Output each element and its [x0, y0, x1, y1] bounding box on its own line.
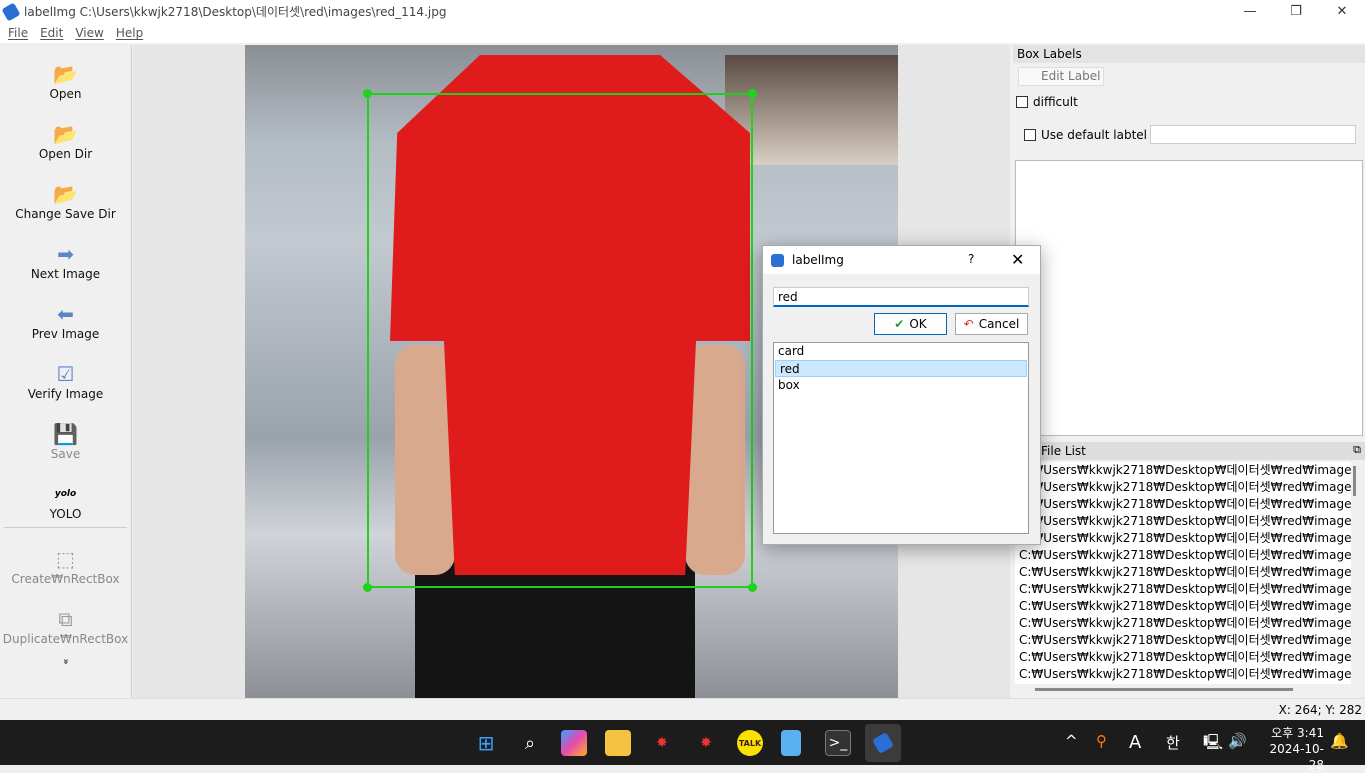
difficult-checkbox[interactable]: difficult — [1016, 95, 1078, 109]
tool-yolo[interactable]: yolo YOLO — [0, 465, 131, 525]
cancel-button[interactable]: ↶ Cancel — [955, 313, 1028, 335]
label-option[interactable]: red — [775, 360, 1027, 377]
app-icon — [771, 253, 784, 267]
label-option[interactable]: box — [774, 377, 1028, 394]
ime-mode[interactable]: A — [1129, 732, 1141, 753]
title-bar: labelImg C:\Users\kkwjk2718\Desktop\데이터셋… — [0, 0, 1365, 23]
folder-icon: 📂 — [53, 62, 78, 86]
file-list-item[interactable]: C:₩Users₩kkwjk2718₩Desktop₩데이터셋₩red₩imag… — [1015, 479, 1351, 496]
save-icon: 💾 — [53, 422, 78, 446]
default-label-input[interactable] — [1150, 125, 1356, 144]
labelimg-icon[interactable] — [865, 724, 901, 762]
app-icon[interactable]: ✸ — [649, 730, 675, 756]
use-default-label-checkbox[interactable]: Use default labtel — [1024, 128, 1147, 142]
tool-open-dir[interactable]: 📂 Open Dir — [0, 105, 131, 165]
undo-arrow-icon: ↶ — [963, 317, 974, 331]
label-options-list[interactable]: card red box — [773, 342, 1029, 534]
bounding-box[interactable] — [367, 93, 753, 588]
tool-create-nrectbox[interactable]: ⬚ Create₩nRectBox — [0, 530, 131, 590]
ime-hangul[interactable]: 한 — [1166, 732, 1180, 753]
show-hidden-icons[interactable]: ^ — [1065, 732, 1078, 750]
file-list-item[interactable]: C:₩Users₩kkwjk2718₩Desktop₩데이터셋₩red₩imag… — [1015, 513, 1351, 530]
file-list-item[interactable]: C:₩Users₩kkwjk2718₩Desktop₩데이터셋₩red₩imag… — [1015, 598, 1351, 615]
tool-verify-image[interactable]: ☑ Verify Image — [0, 345, 131, 405]
horizontal-scrollbar[interactable] — [1035, 688, 1293, 691]
menu-bar: File Edit View Help — [0, 23, 1365, 43]
file-list-item[interactable]: C:₩Users₩kkwjk2718₩Desktop₩데이터셋₩red₩imag… — [1015, 564, 1351, 581]
label-option[interactable]: card — [774, 343, 1028, 360]
file-list-header: File List — [1013, 442, 1365, 460]
cursor-coordinates: X: 264; Y: 282 — [1278, 703, 1362, 717]
network-icon[interactable]: 🖳 — [1203, 732, 1223, 757]
file-list-item[interactable]: C:₩Users₩kkwjk2718₩Desktop₩데이터셋₩red₩imag… — [1015, 496, 1351, 513]
app-icon — [1, 1, 21, 22]
help-button[interactable]: ? — [968, 252, 974, 266]
label-input[interactable]: red — [773, 287, 1029, 307]
file-list-item[interactable]: C:₩Users₩kkwjk2718₩Desktop₩데이터셋₩red₩imag… — [1015, 615, 1351, 632]
tool-open[interactable]: 📂 Open — [0, 45, 131, 105]
kakaotalk-icon[interactable]: TALK — [737, 730, 763, 756]
file-list-item[interactable]: C:₩Users₩kkwjk2718₩Desktop₩데이터셋₩red₩imag… — [1015, 649, 1351, 666]
ok-button[interactable]: ✔ OK — [874, 313, 947, 335]
check-icon: ✔ — [894, 317, 905, 331]
menu-help[interactable]: Help — [116, 26, 143, 40]
tool-next-image[interactable]: ➡ Next Image — [0, 225, 131, 285]
file-list-item[interactable]: C:₩Users₩kkwjk2718₩Desktop₩데이터셋₩red₩imag… — [1015, 632, 1351, 649]
search-tray-icon[interactable]: ⚲ — [1096, 732, 1107, 750]
file-list-item[interactable]: C:₩Users₩kkwjk2718₩Desktop₩데이터셋₩red₩imag… — [1015, 666, 1351, 683]
folder-icon: 📂 — [53, 182, 78, 206]
terminal-icon[interactable]: >_ — [825, 730, 851, 756]
bbox-handle[interactable] — [748, 583, 757, 592]
menu-edit[interactable]: Edit — [40, 26, 63, 40]
file-list-item[interactable]: C:₩Users₩kkwjk2718₩Desktop₩데이터셋₩red₩imag… — [1015, 530, 1351, 547]
file-list-item[interactable]: C:₩Users₩kkwjk2718₩Desktop₩데이터셋₩red₩imag… — [1015, 581, 1351, 598]
bbox-handle[interactable] — [363, 583, 372, 592]
dialog-close-button[interactable]: ✕ — [1011, 250, 1024, 269]
label-list[interactable] — [1015, 160, 1363, 436]
file-list[interactable]: C:₩Users₩kkwjk2718₩Desktop₩데이터셋₩red₩imag… — [1015, 462, 1351, 684]
notepad-icon[interactable] — [781, 730, 801, 756]
float-dock-icon[interactable]: ⧉ — [1353, 443, 1361, 457]
label-dialog: labelImg ? ✕ red ✔ OK ↶ Cancel card red box — [762, 245, 1041, 545]
menu-view[interactable]: View — [75, 26, 103, 40]
yolo-icon: yolo — [54, 489, 77, 499]
edit-label-button[interactable]: Edit Label — [1018, 67, 1104, 86]
right-panel: Box Labels Edit Label difficult Use defa… — [1013, 45, 1365, 698]
tool-prev-image[interactable]: ⬅ Prev Image — [0, 285, 131, 345]
folder-icon: 📂 — [53, 122, 78, 146]
tool-save[interactable]: 💾 Save — [0, 405, 131, 465]
status-bar: X: 264; Y: 282 — [0, 698, 1365, 720]
windows-start-icon[interactable]: ⊞ — [473, 730, 499, 756]
volume-icon[interactable]: 🔊 — [1228, 732, 1247, 750]
file-explorer-icon[interactable] — [605, 730, 631, 756]
window-title: labelImg C:\Users\kkwjk2718\Desktop\데이터셋… — [24, 5, 447, 19]
create-rect-icon: ⬚ — [56, 547, 75, 571]
clock[interactable]: 오후 3:41 2024-10-28 — [1258, 725, 1324, 773]
notification-bell-icon[interactable]: 🔔 — [1330, 732, 1349, 750]
menu-file[interactable]: File — [8, 26, 28, 40]
file-list-item[interactable]: C:₩Users₩kkwjk2718₩Desktop₩데이터셋₩red₩imag… — [1015, 547, 1351, 564]
close-button[interactable]: ✕ — [1319, 0, 1365, 23]
vertical-scrollbar[interactable] — [1353, 466, 1356, 496]
minimize-button[interactable]: — — [1227, 0, 1273, 23]
app-icon[interactable]: ✸ — [693, 730, 719, 756]
arrow-left-icon: ⬅ — [57, 302, 74, 326]
search-icon[interactable]: ⌕ — [517, 730, 543, 756]
checkbox-icon: ☑ — [56, 362, 75, 386]
arrow-right-icon: ➡ — [57, 242, 74, 266]
box-labels-header: Box Labels — [1013, 45, 1365, 63]
bbox-handle[interactable] — [748, 89, 757, 98]
divider — [4, 527, 127, 528]
copilot-icon[interactable] — [561, 730, 587, 756]
taskbar: ⊞ ⌕ ✸ ✸ TALK >_ ^ ⚲ A 한 🖳 🔊 오후 3:41 2024-… — [0, 720, 1365, 772]
dialog-title: labelImg — [792, 253, 844, 267]
bbox-handle[interactable] — [363, 89, 372, 98]
file-list-item[interactable]: C:₩Users₩kkwjk2718₩Desktop₩데이터셋₩red₩imag… — [1015, 462, 1351, 479]
toolbar: 📂 Open 📂 Open Dir 📂 Change Save Dir ➡ Next Imag… — [0, 45, 132, 698]
tool-change-save-dir[interactable]: 📂 Change Save Dir — [0, 165, 131, 225]
restore-button[interactable]: ❐ — [1273, 0, 1319, 23]
